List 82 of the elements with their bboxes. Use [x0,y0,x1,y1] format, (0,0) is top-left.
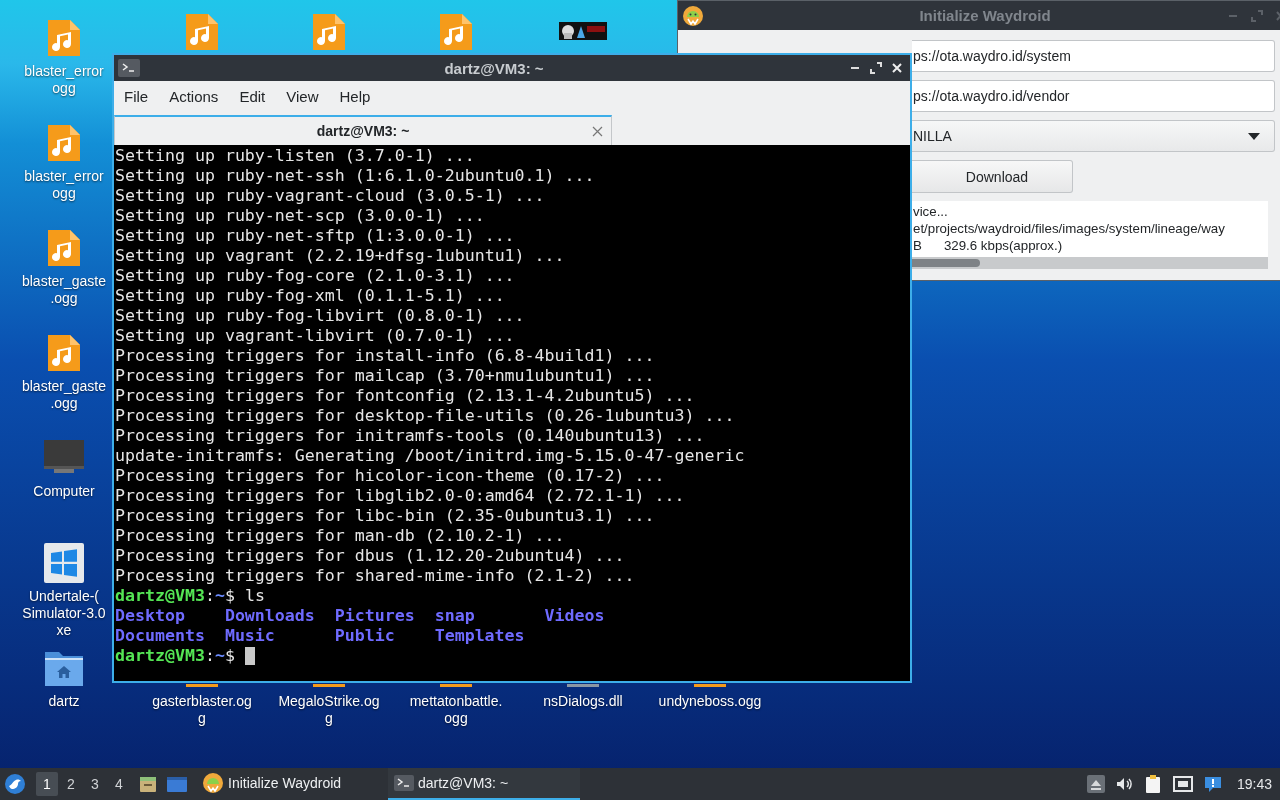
output-line: Processing triggers for libglib2.0-0:amd64 (2.72.1-1) ... [115,486,686,506]
android-icon [202,772,224,794]
output-line: Setting up vagrant-libvirt (0.7.0-1) ... [115,326,516,346]
output-line: update-initramfs: Generating /boot/initrd.img-5.15.0-47-generic [115,446,746,466]
output-line: Setting up ruby-vagrant-cloud (3.0.5-1) ... [115,186,546,206]
output-line: Processing triggers for libc-bin (2.35-0ubuntu3.1) ... [115,506,656,526]
output-line: Setting up ruby-fog-xml (0.1.1-5.1) ... [115,286,506,306]
eject-icon[interactable] [1086,775,1105,793]
directory-name: Music [224,626,276,646]
icon-label[interactable]: blaster_gaste .ogg [21,378,107,412]
output-line: Processing triggers for hicolor-icon-theme (0.17-2) ... [115,466,666,486]
icon-label[interactable]: MegaloStrike.og g [278,693,380,727]
directory-name: Pictures [334,606,416,626]
prompt-line: dartz@VM3:~$ ls [115,586,266,606]
log-text: et/projects/waydroid/files/images/system/lineage/way [913,220,1225,237]
workspace-button[interactable]: 2 [60,772,82,796]
close-icon[interactable] [890,61,904,75]
scrollbar[interactable] [912,257,1268,269]
window-title: dartz@VM3: ~ [443,59,545,77]
directory-name: snap [434,606,476,626]
icon-label[interactable]: nsDialogs.dll [543,693,623,710]
output-line: Processing triggers for install-info (6.8-4build1) ... [115,346,656,366]
menu-item[interactable]: File [120,86,162,108]
output-line: Processing triggers for initramfs-tools (0.140ubuntu13) ... [115,426,706,446]
dropdown[interactable]: NILLA [912,120,1275,152]
download-button[interactable]: Download [912,160,1073,193]
directory-name: Downloads [224,606,316,626]
notification-icon[interactable] [1202,774,1223,794]
input-field[interactable]: ps://ota.waydro.id/system [912,40,1275,72]
output-line: Processing triggers for man-db (2.10.2-1) ... [115,526,566,546]
icon-label[interactable]: Undertale-( Simulator-3.0 xe [22,588,106,639]
output-line: Setting up ruby-fog-core (2.1.0-3.1) ... [115,266,516,286]
start-menu-icon[interactable] [4,773,26,795]
icon-label[interactable]: Computer [33,483,95,500]
output-line: Setting up ruby-net-scp (3.0.0-1) ... [115,206,486,226]
terminal-icon[interactable] [118,59,140,77]
terminal-window[interactable] [112,53,912,683]
android-icon [682,4,704,27]
terminal-icon [394,775,414,791]
menu-item[interactable]: View [282,86,332,108]
window-title: Initialize Waydroid [918,7,1052,24]
log-text: vice... [913,203,948,220]
tab[interactable]: dartz@VM3: ~ [114,115,612,145]
output-line: Processing triggers for shared-mime-info (2.1-2) ... [115,566,636,586]
prompt-line: dartz@VM3:~$ [115,646,235,666]
output-line: Processing triggers for mailcap (3.70+nmu1ubuntu1) ... [115,366,656,386]
windows-logo-icon[interactable] [44,543,84,583]
log-text: 329.6 kbps(approx.) [943,237,1063,254]
output-line: Processing triggers for dbus (1.12.20-2ubuntu4) ... [115,546,626,566]
directory-name: Templates [434,626,526,646]
icon-label[interactable]: mettatonbattle. ogg [409,693,503,727]
output-line: Setting up ruby-listen (3.7.0-1) ... [115,146,476,166]
output-line: Processing triggers for desktop-file-utils (0.26-1ubuntu3) ... [115,406,736,426]
menu-item[interactable]: Actions [165,86,232,108]
volume-icon[interactable] [1114,775,1133,793]
workspace-button[interactable]: 1 [36,772,58,796]
icon-label[interactable]: undyneboss.ogg [658,693,762,710]
workspace-button[interactable]: 4 [108,772,130,796]
directory-name: Videos [544,606,606,626]
log-text: B [913,237,922,254]
caret-icon [1248,132,1260,140]
icon-label[interactable]: blaster_error ogg [24,168,104,202]
output-line: Setting up vagrant (2.2.19+dfsg-1ubuntu1) ... [115,246,566,266]
output-line: Setting up ruby-fog-libvirt (0.8.0-1) ... [115,306,526,326]
directory-name: Public [334,626,396,646]
task-button[interactable]: Initialize Waydroid [196,768,388,800]
clock: 19:43 [1236,776,1272,792]
menu-item[interactable]: Help [335,86,384,108]
file-manager-icon[interactable] [138,774,158,794]
icon-label[interactable]: gasterblaster.og g [152,693,252,727]
workspace-button[interactable]: 3 [84,772,106,796]
menu-item[interactable]: Edit [235,86,279,108]
window-icon[interactable] [166,774,188,794]
task-button[interactable]: dartz@VM3: ~ [388,768,580,800]
directory-name: Documents [115,626,206,646]
icon-label[interactable]: blaster_gaste .ogg [21,273,107,307]
icon-label[interactable]: dartz [48,693,80,710]
directory-name: Desktop [115,606,186,626]
input-field[interactable]: ps://ota.waydro.id/vendor [912,80,1275,112]
output-line: Setting up ruby-net-ssh (1:6.1.0-2ubuntu0.1) ... [115,166,596,186]
output-line: Processing triggers for fontconfig (2.13.1-4.2ubuntu5) ... [115,386,696,406]
output-line: Setting up ruby-net-sftp (1:3.0.0-1) ... [115,226,516,246]
